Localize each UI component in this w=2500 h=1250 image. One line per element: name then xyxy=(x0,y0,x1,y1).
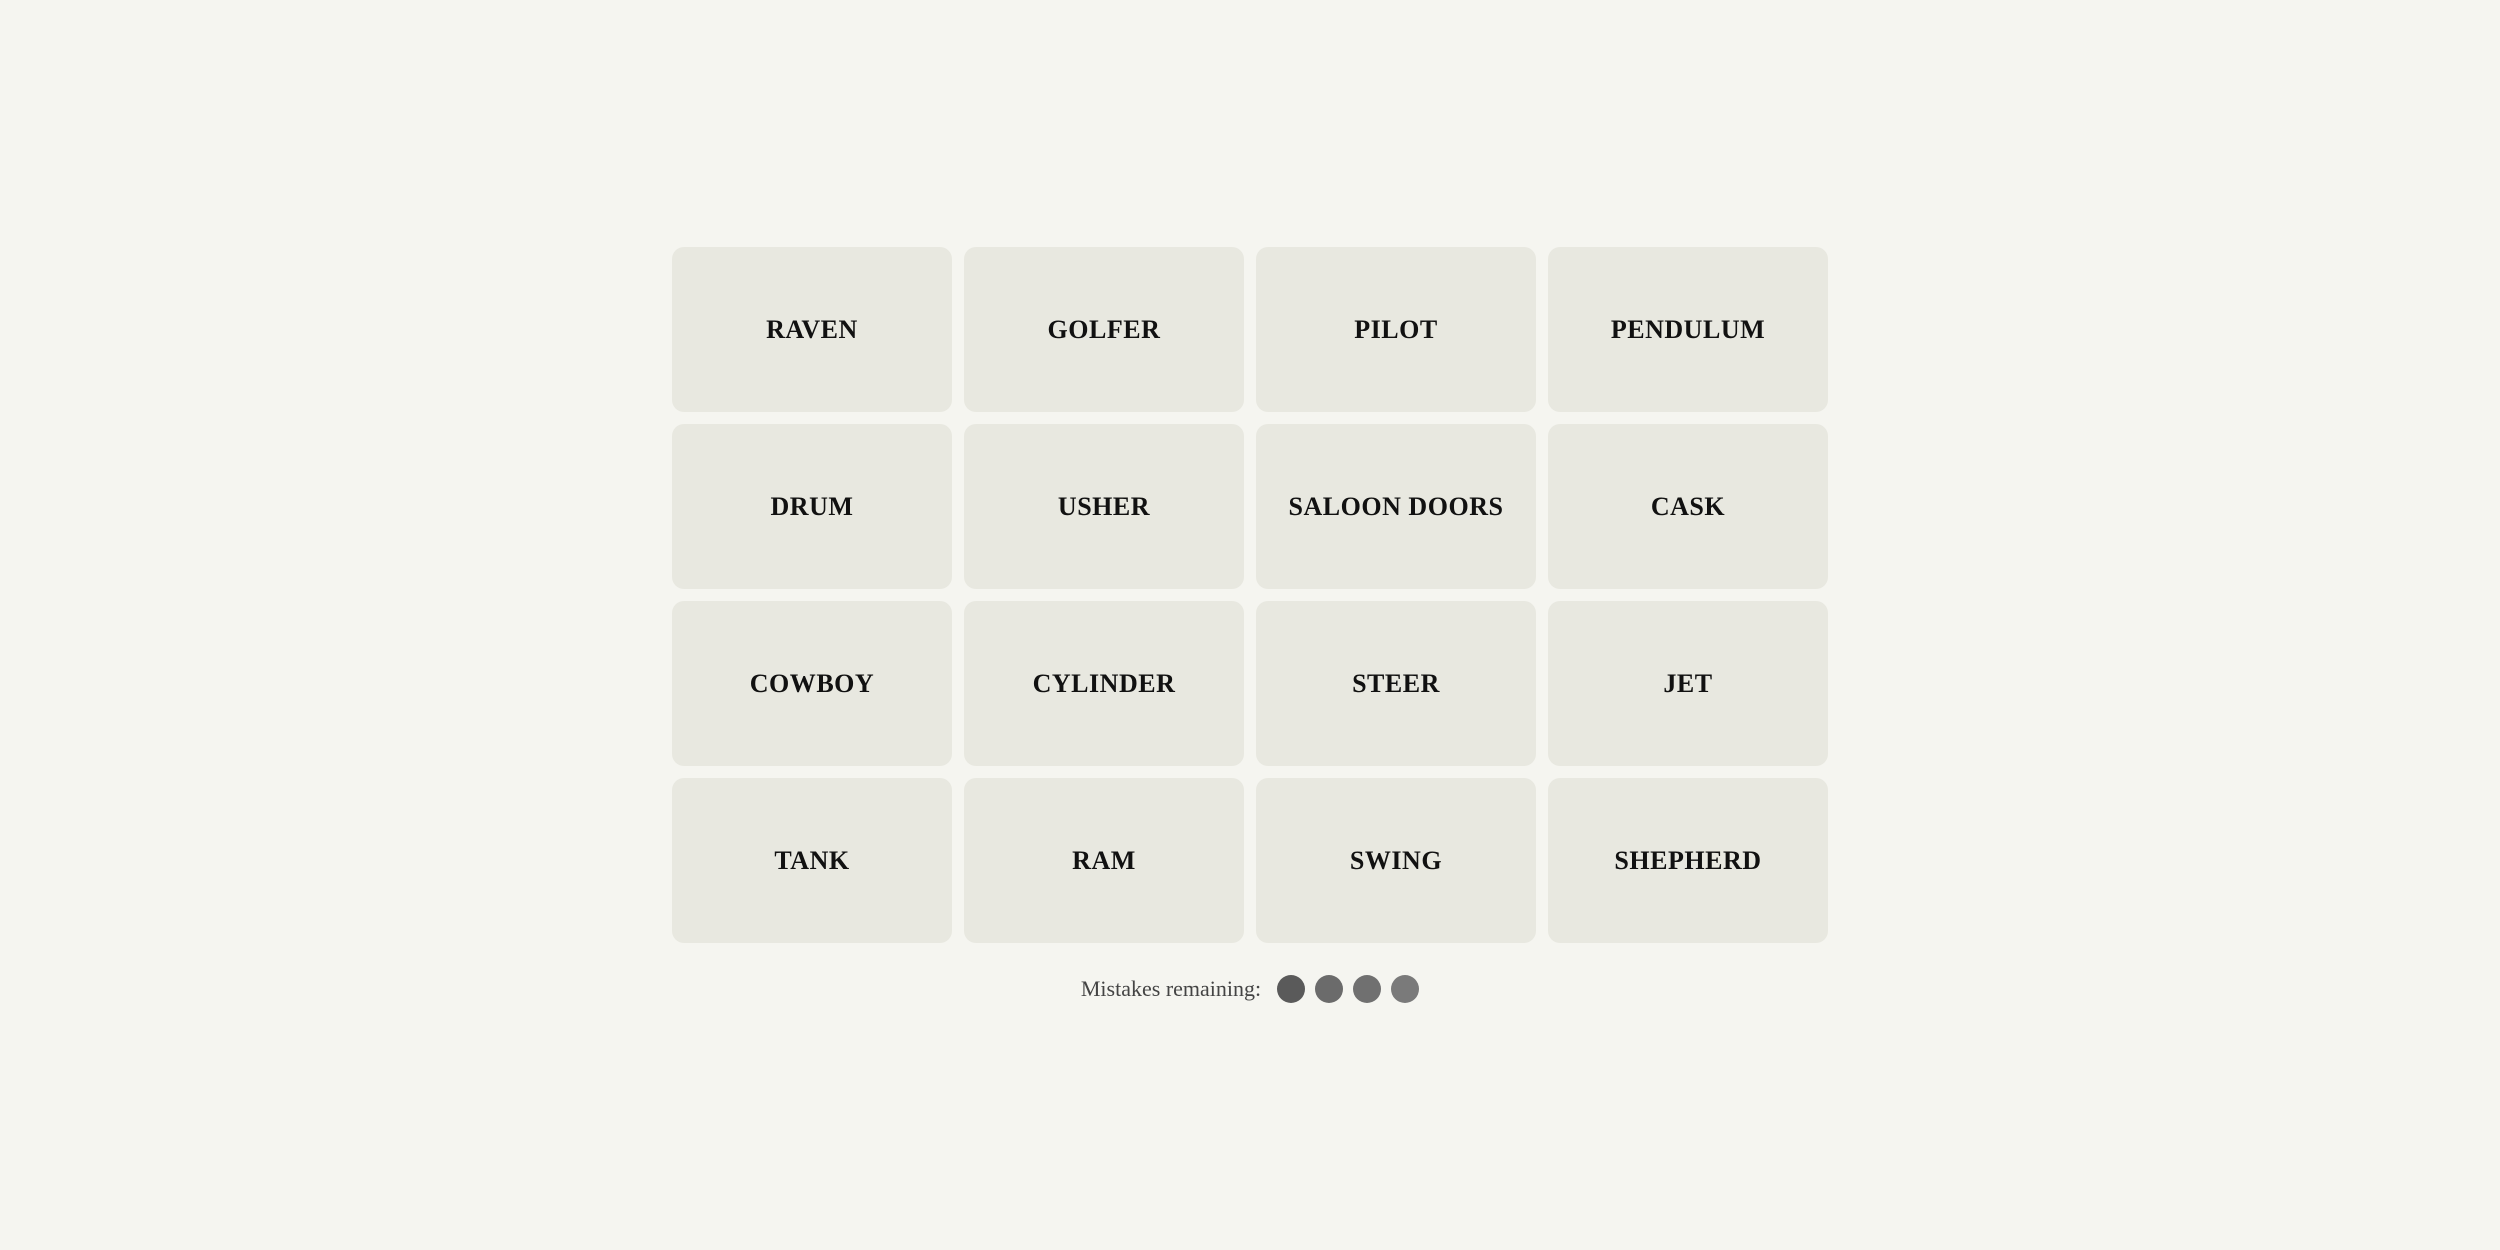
tile-pilot[interactable]: PILOT xyxy=(1256,247,1536,412)
tile-label-raven: RAVEN xyxy=(766,315,858,345)
tile-cowboy[interactable]: COWBOY xyxy=(672,601,952,766)
tile-label-swing: SWING xyxy=(1350,846,1442,876)
tile-label-pendulum: PENDULUM xyxy=(1611,315,1765,345)
tile-label-tank: TANK xyxy=(774,846,849,876)
tile-saloon-doors[interactable]: SALOON DOORS xyxy=(1256,424,1536,589)
mistakes-label: Mistakes remaining: xyxy=(1081,976,1261,1002)
tile-cylinder[interactable]: CYLINDER xyxy=(964,601,1244,766)
tile-golfer[interactable]: GOLFER xyxy=(964,247,1244,412)
tile-label-drum: DRUM xyxy=(771,492,854,522)
tile-steer[interactable]: STEER xyxy=(1256,601,1536,766)
mistake-dot-4 xyxy=(1391,975,1419,1003)
mistake-dot-3 xyxy=(1353,975,1381,1003)
tile-pendulum[interactable]: PENDULUM xyxy=(1548,247,1828,412)
tile-jet[interactable]: JET xyxy=(1548,601,1828,766)
tile-raven[interactable]: RAVEN xyxy=(672,247,952,412)
tile-label-ram: RAM xyxy=(1072,846,1136,876)
tile-label-jet: JET xyxy=(1663,669,1712,699)
mistakes-dots xyxy=(1277,975,1419,1003)
tile-swing[interactable]: SWING xyxy=(1256,778,1536,943)
tile-shepherd[interactable]: SHEPHERD xyxy=(1548,778,1828,943)
tile-cask[interactable]: CASK xyxy=(1548,424,1828,589)
tile-label-cylinder: CYLINDER xyxy=(1033,669,1176,699)
mistake-dot-2 xyxy=(1315,975,1343,1003)
tile-tank[interactable]: TANK xyxy=(672,778,952,943)
tile-label-cask: CASK xyxy=(1651,492,1725,522)
tile-ram[interactable]: RAM xyxy=(964,778,1244,943)
mistake-dot-1 xyxy=(1277,975,1305,1003)
word-grid: RAVEN GOLFER PILOT PENDULUM DRUM USHER SALOON … xyxy=(672,247,1828,943)
tile-label-cowboy: COWBOY xyxy=(750,669,874,699)
tile-label-usher: USHER xyxy=(1058,492,1150,522)
tile-label-golfer: GOLFER xyxy=(1048,315,1161,345)
tile-label-saloon-doors: SALOON DOORS xyxy=(1288,492,1503,522)
tile-drum[interactable]: DRUM xyxy=(672,424,952,589)
mistakes-area: Mistakes remaining: xyxy=(1081,975,1419,1003)
tile-label-steer: STEER xyxy=(1352,669,1440,699)
tile-label-pilot: PILOT xyxy=(1354,315,1438,345)
game-container: RAVEN GOLFER PILOT PENDULUM DRUM USHER SALOON … xyxy=(672,247,1828,1003)
tile-label-shepherd: SHEPHERD xyxy=(1614,846,1761,876)
tile-usher[interactable]: USHER xyxy=(964,424,1244,589)
